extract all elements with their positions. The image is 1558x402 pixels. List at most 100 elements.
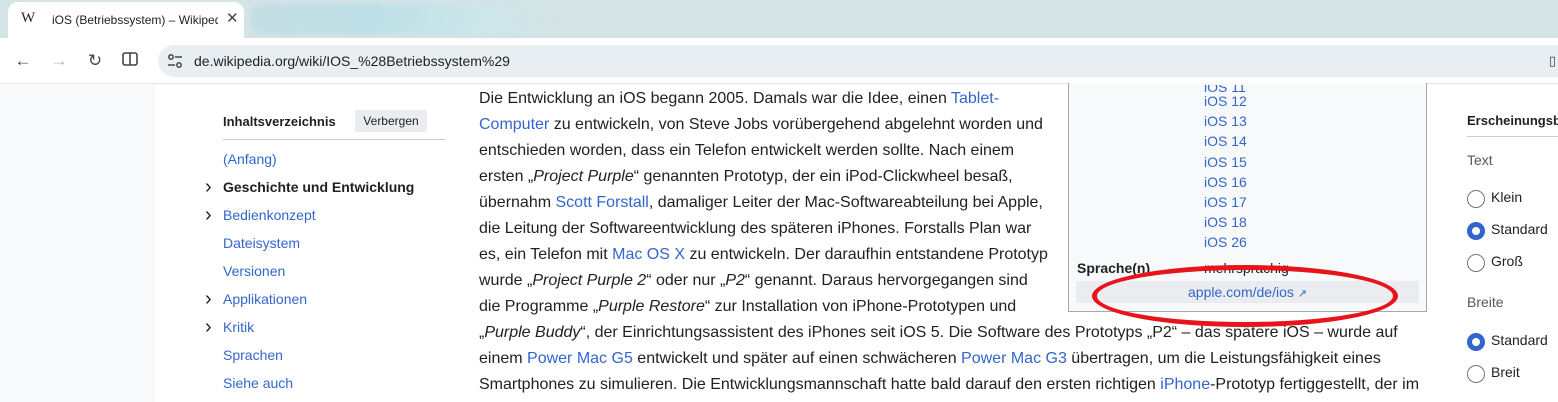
- article-italic-text: Purple Buddy: [484, 324, 581, 341]
- width-radio-label[interactable]: Standard: [1491, 332, 1548, 348]
- article-line: die Programme „Purple Restore“ zur Insta…: [479, 294, 1016, 320]
- article-italic-text: Project Purple: [533, 168, 634, 185]
- toc-item[interactable]: Dateisystem: [223, 235, 300, 251]
- wikipedia-favicon-icon: W: [21, 10, 36, 26]
- article-text: “, der Einrichtungsassistent des iPhones…: [580, 324, 1398, 341]
- appearance-divider: [1467, 136, 1558, 137]
- text-size-radio[interactable]: [1467, 254, 1485, 272]
- browser-tab-blurred[interactable]: [250, 4, 550, 34]
- toc-divider: [223, 139, 445, 140]
- extension-icon[interactable]: ▯: [1549, 53, 1556, 69]
- browser-toolbar: ← → ↻ de.wikipedia.org/wiki/IOS_%28Betri…: [0, 38, 1558, 84]
- address-bar[interactable]: de.wikipedia.org/wiki/IOS_%28Betriebssys…: [158, 45, 1558, 77]
- article-link[interactable]: iPhone: [1160, 376, 1210, 393]
- width-radio[interactable]: [1467, 365, 1485, 383]
- red-highlight-ellipse: [1092, 265, 1398, 327]
- article-italic-text: P2: [725, 272, 745, 289]
- article-link[interactable]: Mac OS X: [612, 246, 685, 263]
- article-text: die Leitung der Softwareentwicklung des …: [479, 220, 1032, 237]
- article-line: die Leitung der Softwareentwicklung des …: [479, 216, 1031, 242]
- text-size-radio-label[interactable]: Groß: [1491, 253, 1523, 269]
- article-line: ersten „Project Purple“ genannten Protot…: [479, 164, 1013, 190]
- toc-item[interactable]: Versionen: [223, 263, 285, 279]
- article-line: wurde „Project Purple 2“ oder nur „P2“ g…: [479, 268, 1028, 294]
- article-text: wurde „: [479, 272, 533, 289]
- article-text: Die Entwicklung an iOS begann 2005. Dama…: [479, 90, 951, 107]
- article-text: übertragen, um die Leistungsfähigkeit ei…: [1066, 350, 1381, 367]
- text-size-radio[interactable]: [1467, 190, 1485, 208]
- article-line: einem Power Mac G5 entwickelt und später…: [479, 346, 1381, 372]
- toc-item[interactable]: Geschichte und Entwicklung: [223, 179, 414, 195]
- infobox-version-link[interactable]: iOS 18: [1204, 214, 1247, 230]
- infobox-version-link[interactable]: iOS 17: [1204, 194, 1247, 210]
- text-size-radio-label[interactable]: Klein: [1491, 189, 1522, 205]
- toc-hide-button[interactable]: Verbergen: [355, 110, 427, 132]
- article-italic-text: Project Purple 2: [532, 272, 647, 289]
- article-text: es, ein Telefon mit: [479, 246, 613, 263]
- article-line: übernahm Scott Forstall, damaliger Leite…: [479, 190, 1043, 216]
- article-text: “ genannt. Daraus hervorgegangen sind: [744, 272, 1028, 289]
- infobox-version-link[interactable]: iOS 13: [1204, 113, 1247, 129]
- infobox-version-link[interactable]: iOS 15: [1204, 154, 1247, 170]
- article-text: “ genannten Prototyp, der ein iPod-Click…: [633, 168, 1013, 185]
- tab-title: iOS (Betriebssystem) – Wikipedia: [52, 13, 218, 27]
- article-text: zu entwickeln, von Steve Jobs vorübergeh…: [549, 116, 1043, 133]
- article-link[interactable]: Tablet-: [951, 90, 999, 107]
- article-text: -Prototyp fertiggestellt, der im: [1210, 376, 1420, 393]
- article-line: Computer zu entwickeln, von Steve Jobs v…: [479, 112, 1043, 138]
- article-text: entschieden worden, dass ein Telefon ent…: [479, 142, 1015, 159]
- text-size-radio-label[interactable]: Standard: [1491, 221, 1548, 237]
- forward-icon[interactable]: →: [47, 49, 71, 73]
- appearance-title: Erscheinungsbild: [1467, 113, 1558, 128]
- article-line: es, ein Telefon mit Mac OS X zu entwicke…: [479, 242, 1048, 268]
- side-panel-icon[interactable]: [118, 49, 142, 73]
- article-line: Smartphones zu simulieren. Die Entwicklu…: [479, 372, 1419, 398]
- tab-strip: W iOS (Betriebssystem) – Wikipedia ✕: [0, 0, 1558, 38]
- infobox-version-link[interactable]: iOS 14: [1204, 133, 1247, 149]
- article-link[interactable]: Scott Forstall: [556, 194, 649, 211]
- toc-item[interactable]: Siehe auch: [223, 375, 293, 391]
- article-text: entwickelt und später auf einen schwäche…: [632, 350, 962, 367]
- infobox-version-link[interactable]: iOS 12: [1204, 93, 1247, 109]
- site-info-icon[interactable]: [166, 52, 184, 70]
- chevron-right-icon[interactable]: ›: [205, 176, 217, 199]
- article-link[interactable]: Power Mac G5: [527, 350, 633, 367]
- chevron-right-icon[interactable]: ›: [205, 204, 217, 227]
- chevron-right-icon[interactable]: ›: [205, 288, 217, 311]
- reload-icon[interactable]: ↻: [83, 49, 107, 73]
- article-text: “ zur Installation von iPhone-Prototypen…: [704, 298, 1017, 315]
- width-radio-label[interactable]: Breit: [1491, 364, 1520, 380]
- toc-item[interactable]: Bedienkonzept: [223, 207, 316, 223]
- article-line: Die Entwicklung an iOS begann 2005. Dama…: [479, 86, 999, 112]
- infobox-version-link[interactable]: iOS 16: [1204, 174, 1247, 190]
- text-size-radio[interactable]: [1467, 222, 1485, 240]
- article-text: einem: [479, 350, 528, 367]
- page-gutter: [0, 85, 155, 402]
- text-size-label: Text: [1467, 152, 1493, 168]
- toc-item[interactable]: (Anfang): [223, 151, 277, 167]
- article-text: Smartphones zu simulieren. Die Entwicklu…: [479, 376, 1161, 393]
- wikipedia-page: Inhaltsverzeichnis Verbergen (Anfang) › Ge…: [0, 83, 1558, 402]
- toc-item[interactable]: Kritik: [223, 319, 254, 335]
- url-text[interactable]: de.wikipedia.org/wiki/IOS_%28Betriebssys…: [194, 53, 510, 69]
- article-text: ersten „: [479, 168, 534, 185]
- article-text: , damaliger Leiter der Mac-Softwareabtei…: [648, 194, 1043, 211]
- chevron-right-icon[interactable]: ›: [205, 316, 217, 339]
- width-label: Breite: [1467, 294, 1504, 310]
- article-text: “ oder nur „: [646, 272, 726, 289]
- article-link[interactable]: Power Mac G3: [961, 350, 1067, 367]
- infobox-version-link[interactable]: iOS 26: [1204, 234, 1247, 250]
- toc-item[interactable]: Sprachen: [223, 347, 283, 363]
- toc-heading: Inhaltsverzeichnis: [223, 114, 336, 129]
- article-italic-text: Purple Restore: [598, 298, 705, 315]
- article-text: zu entwickeln. Der daraufhin entstandene…: [685, 246, 1048, 263]
- toc-item[interactable]: Applikationen: [223, 291, 307, 307]
- width-radio[interactable]: [1467, 333, 1485, 351]
- article-text: übernahm: [479, 194, 556, 211]
- browser-tab-active[interactable]: W iOS (Betriebssystem) – Wikipedia ✕: [8, 2, 244, 38]
- close-icon[interactable]: ✕: [226, 10, 239, 28]
- back-icon[interactable]: ←: [11, 49, 35, 73]
- article-text: die Programme „: [479, 298, 599, 315]
- article-line: entschieden worden, dass ein Telefon ent…: [479, 138, 1014, 164]
- article-link[interactable]: Computer: [479, 116, 549, 133]
